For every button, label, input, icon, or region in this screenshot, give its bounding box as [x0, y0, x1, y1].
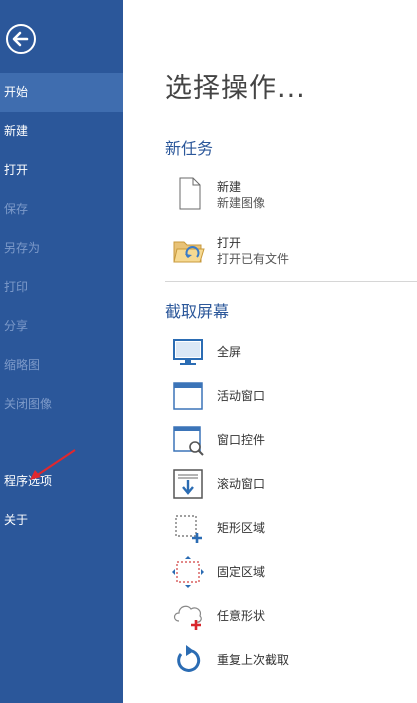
freeform-shape-icon [173, 605, 202, 630]
sidebar-item-save: 保存 [4, 202, 29, 216]
window-control-icon [173, 426, 204, 456]
open-file-label: 打开 [217, 236, 242, 250]
rectangle-region-icon [175, 515, 202, 543]
sidebar-item-new[interactable]: 新建 [0, 112, 123, 151]
sidebar-item-open[interactable]: 打开 [0, 151, 123, 190]
capture-rectangle-region-label: 矩形区域 [217, 521, 266, 535]
monitor-icon [173, 339, 203, 365]
capture-window-control-label: 窗口控件 [217, 433, 266, 447]
fixed-region-icon [172, 556, 204, 588]
back-arrow-icon [6, 24, 36, 54]
open-folder-icon [173, 241, 205, 263]
capture-freeform-button[interactable]: 任意形状 [171, 599, 411, 633]
capture-fixed-region-label: 固定区域 [217, 565, 266, 579]
open-file-desc: 打开已有文件 [217, 252, 290, 266]
section-heading-capture: 截取屏幕 [165, 302, 230, 321]
capture-freeform-label: 任意形状 [217, 609, 266, 623]
repeat-last-capture-button[interactable]: 重复上次截取 [171, 643, 411, 677]
new-image-desc: 新建图像 [217, 196, 266, 210]
section-heading-new-task: 新任务 [165, 139, 214, 158]
capture-active-window-label: 活动窗口 [217, 389, 266, 403]
sidebar-bottom-nav: 程序选项 关于 [0, 462, 123, 540]
sidebar-item-about[interactable]: 关于 [0, 501, 123, 540]
main-panel: 选择操作... 新任务 新建 新建图像 打开 打开已有文件 截取屏幕 全屏 活动… [123, 0, 417, 703]
new-file-icon [179, 177, 201, 210]
section-divider [165, 281, 417, 282]
sidebar-item-share: 分享 [4, 319, 29, 333]
capture-scroll-window-button[interactable]: 滚动窗口 [171, 467, 411, 501]
window-icon [173, 382, 203, 410]
sidebar-item-thumbnails: 缩略图 [4, 358, 41, 372]
sidebar-item-save-as: 另存为 [4, 241, 41, 255]
capture-fullscreen-button[interactable]: 全屏 [171, 335, 411, 369]
new-image-button[interactable]: 新建 新建图像 [171, 176, 411, 216]
capture-rectangle-region-button[interactable]: 矩形区域 [171, 511, 411, 545]
backstage-sidebar: 开始 新建 打开 保存 另存为 打印 分享 缩略图 关闭图像 程序选项 关于 [0, 0, 123, 703]
capture-scroll-window-label: 滚动窗口 [217, 477, 266, 491]
capture-active-window-button[interactable]: 活动窗口 [171, 379, 411, 413]
sidebar-item-program-options[interactable]: 程序选项 [0, 462, 123, 501]
sidebar-item-close-image: 关闭图像 [4, 397, 53, 411]
sidebar-item-print: 打印 [4, 280, 29, 294]
capture-fixed-region-button[interactable]: 固定区域 [171, 555, 411, 589]
sidebar-nav: 开始 新建 打开 保存 另存为 打印 分享 缩略图 关闭图像 [0, 73, 123, 424]
page-title: 选择操作... [165, 73, 306, 104]
open-file-button[interactable]: 打开 打开已有文件 [171, 232, 411, 272]
scroll-window-icon [173, 469, 203, 499]
repeat-last-capture-label: 重复上次截取 [217, 653, 290, 667]
capture-fullscreen-label: 全屏 [217, 345, 242, 359]
capture-window-control-button[interactable]: 窗口控件 [171, 423, 411, 457]
repeat-icon [177, 645, 201, 672]
back-button[interactable] [5, 23, 37, 55]
new-image-label: 新建 [217, 180, 242, 194]
sidebar-item-start[interactable]: 开始 [0, 73, 123, 112]
